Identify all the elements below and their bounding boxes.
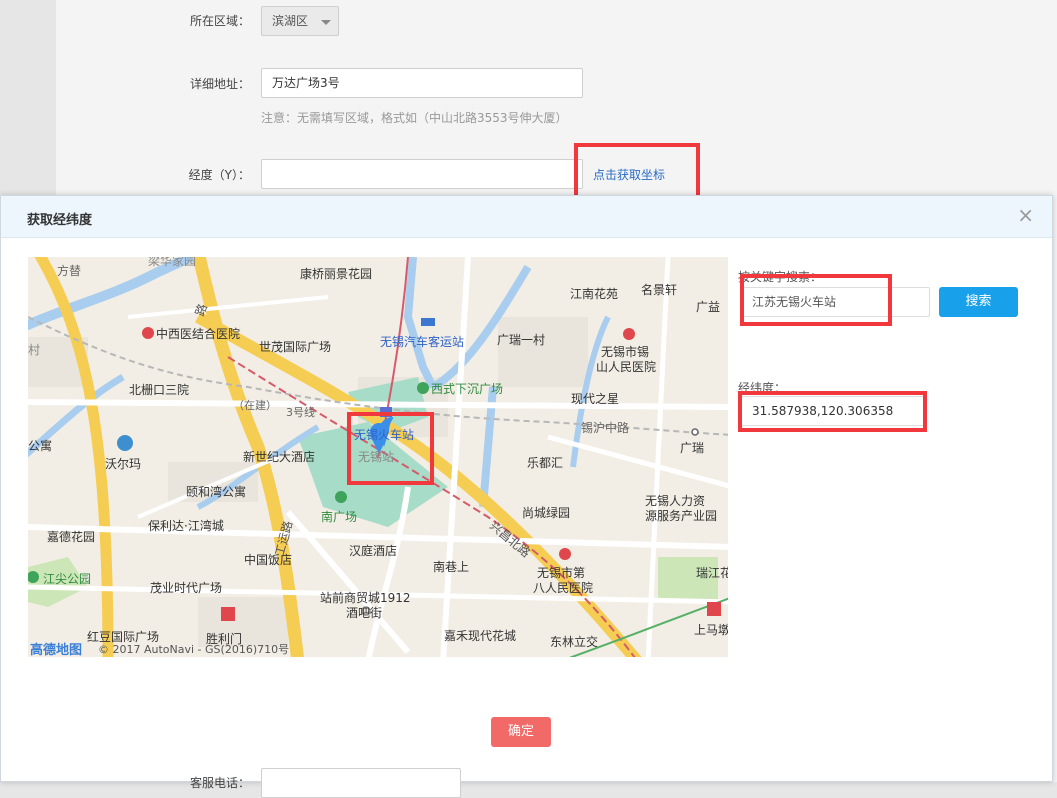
map-label: 锡沪中路 <box>581 420 629 435</box>
map-label: 中西医结合医院 <box>156 326 240 341</box>
map-label: 红豆国际广场 <box>87 629 159 644</box>
region-select[interactable]: 滨湖区 <box>261 6 339 36</box>
map-label: 公寓 <box>28 438 52 453</box>
latlng-value: 31.587938,120.306358 <box>752 404 894 418</box>
region-select-value: 滨湖区 <box>272 14 309 28</box>
map-label: 瑞江花 <box>696 565 728 580</box>
map-label: 新世纪大酒店 <box>243 449 315 464</box>
map-label: 颐和湾公寓 <box>186 484 246 499</box>
map-label: 北栅口三院 <box>129 382 189 397</box>
map-label: 站前商贸城1912 <box>320 590 411 605</box>
map-label: （在建） <box>233 398 277 412</box>
address-label: 详细地址： <box>189 77 250 91</box>
map-view[interactable]: 康桥丽景花园 江南花苑 名景轩 广益 中西医结合医院 世茂国际广场 无锡汽车客运… <box>28 257 728 657</box>
map-label: 嘉禾现代花城 <box>444 628 516 643</box>
map-label: 茂业时代广场 <box>150 581 222 595</box>
map-label: 村 <box>28 343 40 357</box>
bottom-field-input[interactable] <box>261 768 461 798</box>
map-label: 无锡汽车客运站 <box>380 334 464 349</box>
search-button[interactable]: 搜索 <box>939 287 1018 317</box>
address-hint: 注意：无需填写区域，格式如（中山北路3553号伸大厦） <box>261 111 568 125</box>
get-latlng-dialog: 获取经纬度 × 康桥丽景花园 江南花苑 名景轩 广益 中西医结合医院 世茂国际广… <box>0 195 1053 782</box>
chevron-down-icon <box>321 20 331 25</box>
map-label: 南广场 <box>321 509 357 524</box>
map-label: 八人民医院 <box>533 581 593 595</box>
map-canvas: 康桥丽景花园 江南花苑 名景轩 广益 中西医结合医院 世茂国际广场 无锡汽车客运… <box>28 257 728 657</box>
map-label: 无锡人力资 <box>645 493 705 508</box>
map-label: 方替 <box>57 263 81 278</box>
map-label: 汉庭酒店 <box>349 543 397 558</box>
map-label: 无锡火车站 <box>354 427 414 442</box>
map-label: 源服务产业园 <box>645 508 717 523</box>
map-label: 广瑞 <box>680 441 704 455</box>
latlng-input[interactable]: 31.587938,120.306358 <box>741 396 926 426</box>
map-label: 无锡站 <box>358 449 394 464</box>
map-label: 上马墩 <box>694 623 728 637</box>
map-label: 梁华家园 <box>148 257 196 268</box>
map-logo: 高德地图 <box>30 642 82 657</box>
latlng-label: 经纬度： <box>738 381 787 395</box>
map-label: 江尖公园 <box>43 572 91 586</box>
keyword-search-input[interactable]: 江苏无锡火车站 <box>741 287 930 317</box>
close-icon[interactable]: × <box>1017 205 1034 225</box>
map-label: 广益 <box>696 300 720 314</box>
search-label: 按关键字搜索： <box>738 270 823 284</box>
keyword-search-value: 江苏无锡火车站 <box>752 295 837 309</box>
map-label: 3号线 <box>286 405 315 419</box>
address-input[interactable]: 万达广场3号 <box>261 68 583 98</box>
map-label: 南巷上 <box>433 559 469 574</box>
dialog-title: 获取经纬度 <box>27 213 93 228</box>
map-label: 西式下沉广场 <box>431 382 503 396</box>
map-label: 无锡市锡 <box>601 344 649 359</box>
map-copyright: © 2017 AutoNavi - GS(2016)710号 <box>98 643 289 656</box>
map-label: 现代之星 <box>571 392 619 406</box>
map-label: 康桥丽景花园 <box>300 266 372 281</box>
map-label: 江南花苑 <box>570 286 618 301</box>
map-label: 沃尔玛 <box>105 456 141 471</box>
dialog-header: 获取经纬度 × <box>1 196 1052 238</box>
map-label: 保利达·江湾城 <box>148 518 224 533</box>
map-label: 山人民医院 <box>596 360 656 374</box>
map-label: 名景轩 <box>641 282 677 297</box>
confirm-button[interactable]: 确定 <box>491 717 551 747</box>
map-label: 酒吧街 <box>346 606 382 620</box>
map-label: 东林立交 <box>550 634 598 649</box>
map-label: 尚城绿园 <box>522 505 570 520</box>
longitude-label: 经度（Y）： <box>188 168 250 182</box>
map-label: 广瑞一村 <box>497 333 545 347</box>
map-label: 无锡市第 <box>537 565 585 580</box>
get-coordinate-link[interactable]: 点击获取坐标 <box>593 166 665 183</box>
region-label: 所在区域： <box>189 14 250 28</box>
map-label: 乐都汇 <box>527 456 563 470</box>
map-label: 嘉德花园 <box>47 529 95 544</box>
address-input-value: 万达广场3号 <box>272 76 340 90</box>
map-label: 世茂国际广场 <box>259 340 331 354</box>
bottom-field-label: 客服电话： <box>189 776 250 790</box>
longitude-input[interactable] <box>261 159 583 189</box>
